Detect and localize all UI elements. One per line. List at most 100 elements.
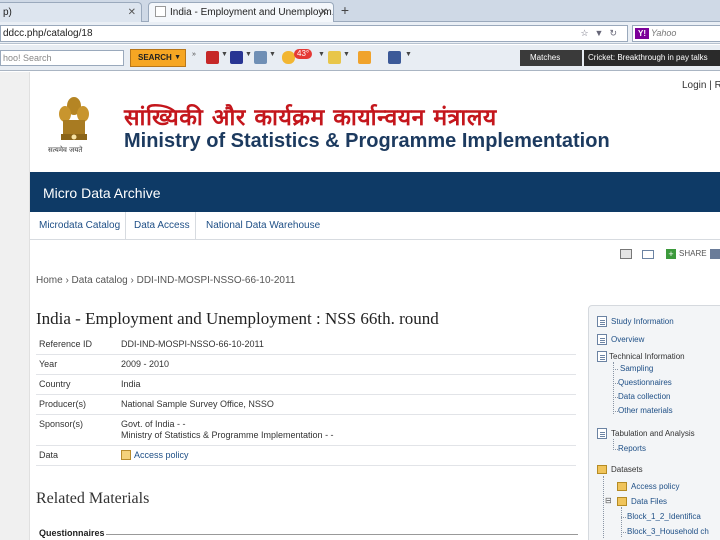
- chevron-down-icon: ▼: [174, 54, 181, 61]
- tree-item-study-information[interactable]: Study Information: [611, 317, 674, 326]
- row-value: 2009 - 2010: [121, 359, 170, 369]
- row-label: Reference ID: [39, 339, 93, 349]
- yahoo-logo-icon: Y!: [635, 28, 649, 39]
- study-navigation-tree: Study Information Overview Technical Inf…: [588, 305, 720, 540]
- row-label: Data: [39, 450, 59, 460]
- divider: [106, 534, 578, 535]
- tree-item-datasets[interactable]: Datasets: [611, 465, 643, 474]
- questionnaires-heading: Questionnaires: [39, 528, 105, 538]
- chevron-down-icon[interactable]: ▼: [269, 51, 276, 58]
- archive-title[interactable]: Micro Data Archive: [43, 185, 160, 201]
- row-label: Year: [39, 359, 58, 369]
- address-bar[interactable]: ddcc.php/catalog/18 ☆▼↻: [0, 25, 628, 42]
- email-icon[interactable]: [642, 250, 654, 259]
- print-icon[interactable]: [620, 249, 632, 259]
- mail-icon[interactable]: [254, 51, 267, 64]
- cricket-matches-button[interactable]: Matches: [520, 50, 582, 66]
- tree-item-data-files[interactable]: Data Files: [631, 497, 667, 506]
- share-label[interactable]: SHARE: [679, 249, 707, 258]
- toolbar-search-button[interactable]: SEARCH ▼: [130, 49, 186, 67]
- tree-item-questionnaires[interactable]: Questionnaires: [618, 378, 672, 387]
- chevron-down-icon[interactable]: ▼: [221, 51, 228, 58]
- tree-item-technical-information[interactable]: Technical Information: [609, 352, 685, 361]
- news-ticker[interactable]: Cricket: Breakthrough in pay talks: [584, 50, 720, 66]
- study-info-table: Reference ID DDI-IND-MOSPI-NSSO-66-10-20…: [36, 335, 576, 466]
- tree-item-other-materials[interactable]: Other materials: [618, 406, 673, 415]
- close-tab-icon[interactable]: ✕: [128, 3, 136, 22]
- tree-item-block-3[interactable]: Block_3_Household ch: [627, 527, 709, 536]
- access-policy-link[interactable]: Access policy: [134, 450, 189, 460]
- table-row: Year 2009 - 2010: [36, 355, 576, 375]
- tree-item-access-policy[interactable]: Access policy: [631, 482, 679, 491]
- hindi-title: सांख्यिकी और कार्यक्रम कार्यान्वयन मंत्र…: [124, 105, 497, 131]
- row-value: National Sample Survey Office, NSSO: [121, 399, 274, 409]
- notes-icon[interactable]: [328, 51, 341, 64]
- browser-tab-previous[interactable]: p) ✕: [0, 2, 142, 22]
- url-text: ddcc.php/catalog/18: [3, 28, 93, 39]
- nav-national-data-warehouse[interactable]: National Data Warehouse: [201, 212, 325, 240]
- browser-search-input[interactable]: Y! Yahoo: [632, 25, 720, 42]
- extra-tool-icon[interactable]: [710, 249, 720, 259]
- row-label: Producer(s): [39, 399, 87, 409]
- tree-item-block-1[interactable]: Block_1_2_Identifica: [627, 512, 701, 521]
- nav-microdata-catalog[interactable]: Microdata Catalog: [34, 212, 127, 240]
- access-policy-icon: [121, 450, 131, 460]
- sponsor-line: Govt. of India - -: [121, 419, 186, 429]
- table-row: Producer(s) National Sample Survey Offic…: [36, 395, 576, 415]
- breadcrumb[interactable]: Home › Data catalog › DDI-IND-MOSPI-NSSO…: [36, 275, 295, 286]
- tree-connector: [621, 532, 626, 533]
- toolbar-search-input[interactable]: hoo! Search: [0, 50, 124, 66]
- table-row: Sponsor(s) Govt. of India - - Ministry o…: [36, 415, 576, 446]
- document-icon: [597, 334, 607, 345]
- chevron-down-icon[interactable]: ▼: [405, 51, 412, 58]
- document-icon: [597, 351, 607, 362]
- table-row: Data Access policy: [36, 446, 576, 466]
- browser-tab-bar: p) ✕ India - Employment and Unemploym...…: [0, 0, 720, 22]
- chevron-down-icon[interactable]: ▼: [343, 51, 350, 58]
- tree-item-sampling[interactable]: Sampling: [620, 364, 653, 373]
- document-icon: [597, 316, 607, 327]
- browser-search-placeholder: Yahoo: [651, 28, 677, 38]
- tree-item-reports[interactable]: Reports: [618, 444, 646, 453]
- page-favicon-icon: [155, 6, 166, 17]
- sponsor-line: Ministry of Statistics & Programme Imple…: [121, 430, 334, 440]
- main-nav: Microdata Catalog Data Access National D…: [30, 212, 720, 240]
- news-ticker-text: Cricket: Breakthrough in pay talks: [588, 53, 708, 62]
- access-policy-icon: [617, 482, 627, 491]
- tree-item-tabulation[interactable]: Tabulation and Analysis: [611, 429, 695, 438]
- table-row: Country India: [36, 375, 576, 395]
- browser-tab-active[interactable]: India - Employment and Unemploym... ✕: [148, 2, 334, 22]
- collapse-icon[interactable]: ⊟: [605, 496, 612, 505]
- facebook-icon[interactable]: [388, 51, 401, 64]
- new-tab-button[interactable]: +: [336, 3, 354, 20]
- bookmark-icon[interactable]: [230, 51, 243, 64]
- close-tab-icon[interactable]: ✕: [320, 3, 328, 22]
- tree-connector: [621, 517, 626, 518]
- url-action-icons[interactable]: ☆▼↻: [580, 26, 623, 41]
- toolbar-search-placeholder: hoo! Search: [3, 53, 52, 63]
- row-value: DDI-IND-MOSPI-NSSO-66-10-2011: [121, 339, 264, 349]
- chevron-down-icon[interactable]: ▼: [318, 51, 325, 58]
- matches-label: Matches: [530, 53, 561, 62]
- row-label: Country: [39, 379, 71, 389]
- row-label: Sponsor(s): [39, 419, 84, 429]
- share-plus-icon[interactable]: +: [666, 249, 676, 259]
- antivirus-icon[interactable]: [206, 51, 219, 64]
- tree-item-data-collection[interactable]: Data collection: [618, 392, 670, 401]
- emblem-motto: सत्यमेव जयते: [48, 146, 83, 154]
- games-icon[interactable]: [358, 51, 371, 64]
- row-value: India: [121, 379, 141, 389]
- browser-nav-bar: ddcc.php/catalog/18 ☆▼↻ Y! Yahoo: [0, 22, 720, 44]
- chevron-down-icon[interactable]: ▼: [245, 51, 252, 58]
- tree-connector: [613, 369, 618, 370]
- yahoo-toolbar: hoo! Search SEARCH ▼ » ▼ ▼ ▼ 43° ▼ ▼ ▼ M…: [0, 45, 720, 71]
- document-icon: [597, 428, 607, 439]
- tree-item-overview[interactable]: Overview: [611, 335, 644, 344]
- ministry-title: Ministry of Statistics & Programme Imple…: [124, 130, 610, 152]
- nav-data-access[interactable]: Data Access: [129, 212, 196, 240]
- login-link[interactable]: Login | R: [682, 80, 720, 91]
- tree-connector: [603, 476, 604, 538]
- archive-header-bar: Micro Data Archive: [30, 172, 720, 212]
- folder-icon: [597, 465, 607, 474]
- row-value: Govt. of India - - Ministry of Statistic…: [118, 415, 576, 446]
